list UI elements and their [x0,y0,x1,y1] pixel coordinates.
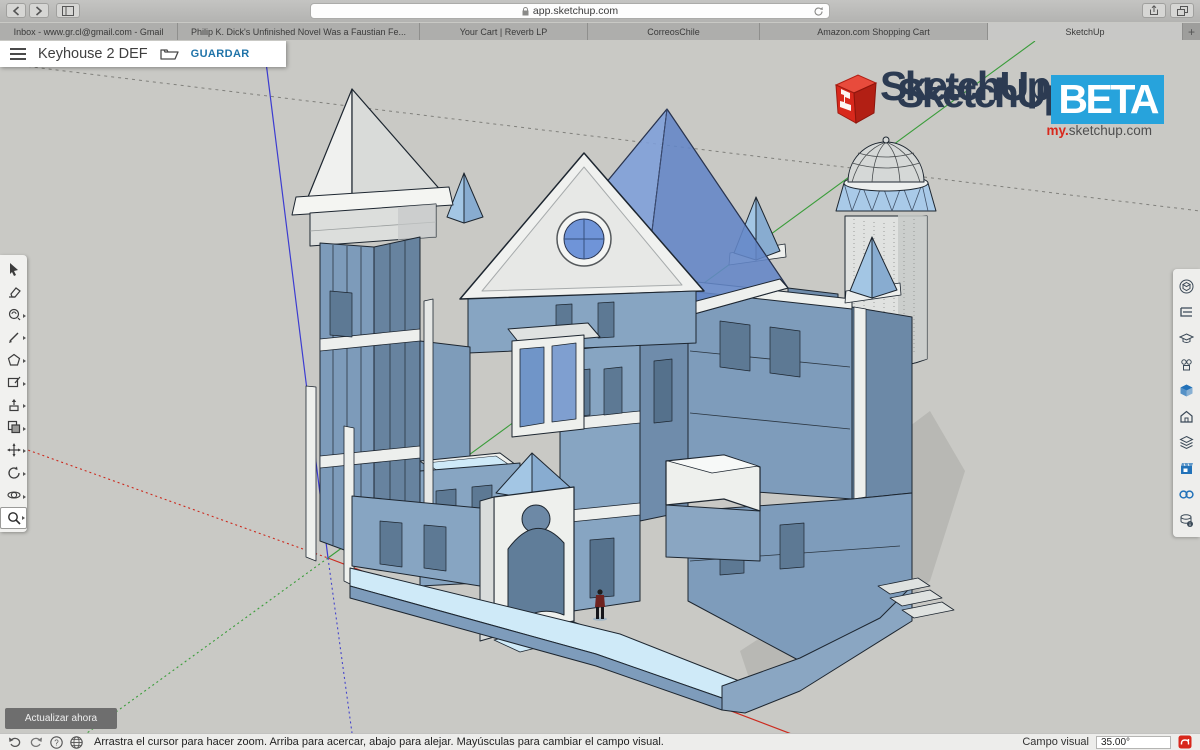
tool-line-button[interactable] [0,326,27,349]
sketchup-header: Keyhouse 2 DEF GUARDAR [0,41,286,67]
status-hint-text: Arrastra el cursor para hacer zoom. Arri… [94,736,1015,748]
fov-input[interactable] [1096,736,1171,749]
svg-text:i: i [1189,522,1190,527]
rectangle-icon [7,375,21,389]
soften-edges-icon[interactable] [1173,481,1200,507]
move-icon [7,443,21,457]
tab-correoschile[interactable]: CorreosChile [588,23,760,40]
sidebar-icon [62,6,74,16]
canvas-viewport: Keyhouse 2 DEF GUARDAR SketchUp SketchUp… [0,41,1200,733]
tab-article[interactable]: Philip K. Dick's Unfinished Novel Was a … [178,23,420,40]
lock-icon [522,7,529,16]
back-button[interactable] [6,3,26,18]
site-url-text: my.sketchup.com [1046,123,1152,138]
forward-button[interactable] [29,3,49,18]
push-pull-icon [7,398,21,412]
tool-orbit-button[interactable] [0,484,27,507]
fov-label: Campo visual [1022,736,1089,748]
offset-icon [7,420,21,434]
menu-button[interactable] [10,48,26,60]
tool-select-button[interactable] [0,258,27,281]
feedback-icon[interactable] [1178,735,1192,749]
shapes-icon [7,353,21,367]
reload-icon[interactable] [813,6,824,17]
tool-move-button[interactable] [0,439,27,462]
tool-rectangle-button[interactable] [0,371,27,394]
tab-overview-button[interactable] [1170,3,1194,18]
language-globe-button[interactable] [70,736,83,749]
forward-icon [35,6,43,16]
share-icon [1149,5,1159,16]
tab-sketchup[interactable]: SketchUp [988,23,1183,40]
entity-info-icon[interactable] [1173,273,1200,299]
instructor-icon[interactable] [1173,325,1200,351]
drawing-toolbar [0,255,27,532]
share-button[interactable] [1142,3,1166,18]
paint-bucket-icon [7,307,21,321]
tool-push-pull-button[interactable] [0,394,27,417]
tab-gmail[interactable]: Inbox - www.gr.cl@gmail.com - Gmail [0,23,178,40]
url-text: app.sketchup.com [533,5,618,17]
svg-text:?: ? [54,738,59,747]
pencil-icon [7,330,21,344]
orbit-icon [7,488,21,502]
undo-button[interactable] [8,736,22,748]
tab-amazon-cart[interactable]: Amazon.com Shopping Cart [760,23,988,40]
browser-toolbar: app.sketchup.com [0,0,1200,22]
rotate-icon [7,466,21,480]
new-tab-button[interactable]: + [1183,23,1200,40]
tabs-icon [1177,6,1188,16]
model-info-icon[interactable]: i [1173,507,1200,533]
back-icon [12,6,20,16]
sidebar-toggle-button[interactable] [56,3,80,18]
materials-icon[interactable] [1173,403,1200,429]
outliner-icon[interactable] [1173,299,1200,325]
sketchup-cube-icon [828,73,880,129]
tab-reverb-cart[interactable]: Your Cart | Reverb LP [420,23,588,40]
sketchup-wordmark: SketchUp SketchUp BETA [880,63,1150,121]
zoom-icon [7,511,21,525]
layers-icon[interactable] [1173,429,1200,455]
status-bar: ? Arrastra el cursor para hacer zoom. Ar… [0,733,1200,750]
tool-rotate-button[interactable] [0,461,27,484]
tool-eraser-button[interactable] [0,281,27,304]
folder-icon[interactable] [160,47,179,61]
update-toast-button[interactable]: Actualizar ahora [5,708,117,729]
save-button[interactable]: GUARDAR [191,48,250,60]
components-icon[interactable] [1173,351,1200,377]
gable-pinnacle [447,173,483,223]
model-title: Keyhouse 2 DEF [38,46,148,62]
beta-badge: BETA [1051,75,1164,124]
house-model [292,89,954,713]
3d-warehouse-icon[interactable] [1173,377,1200,403]
scenes-icon[interactable] [1173,455,1200,481]
panels-rail: i [1173,269,1200,537]
tool-zoom-button[interactable] [0,507,27,530]
tool-paint-bucket-button[interactable] [0,303,27,326]
redo-button[interactable] [29,736,43,748]
tool-shapes-button[interactable] [0,348,27,371]
eraser-icon [7,285,21,299]
select-icon [7,262,21,276]
tab-bar: Inbox - www.gr.cl@gmail.com - Gmail Phil… [0,23,1200,40]
sketchup-watermark: SketchUp SketchUp BETA my.sketchup.com [828,63,1158,153]
tool-offset-button[interactable] [0,416,27,439]
help-button[interactable]: ? [50,736,63,749]
address-bar[interactable]: app.sketchup.com [310,3,830,19]
screen: app.sketchup.com Inbox - www.gr.cl@gmail… [0,0,1200,750]
